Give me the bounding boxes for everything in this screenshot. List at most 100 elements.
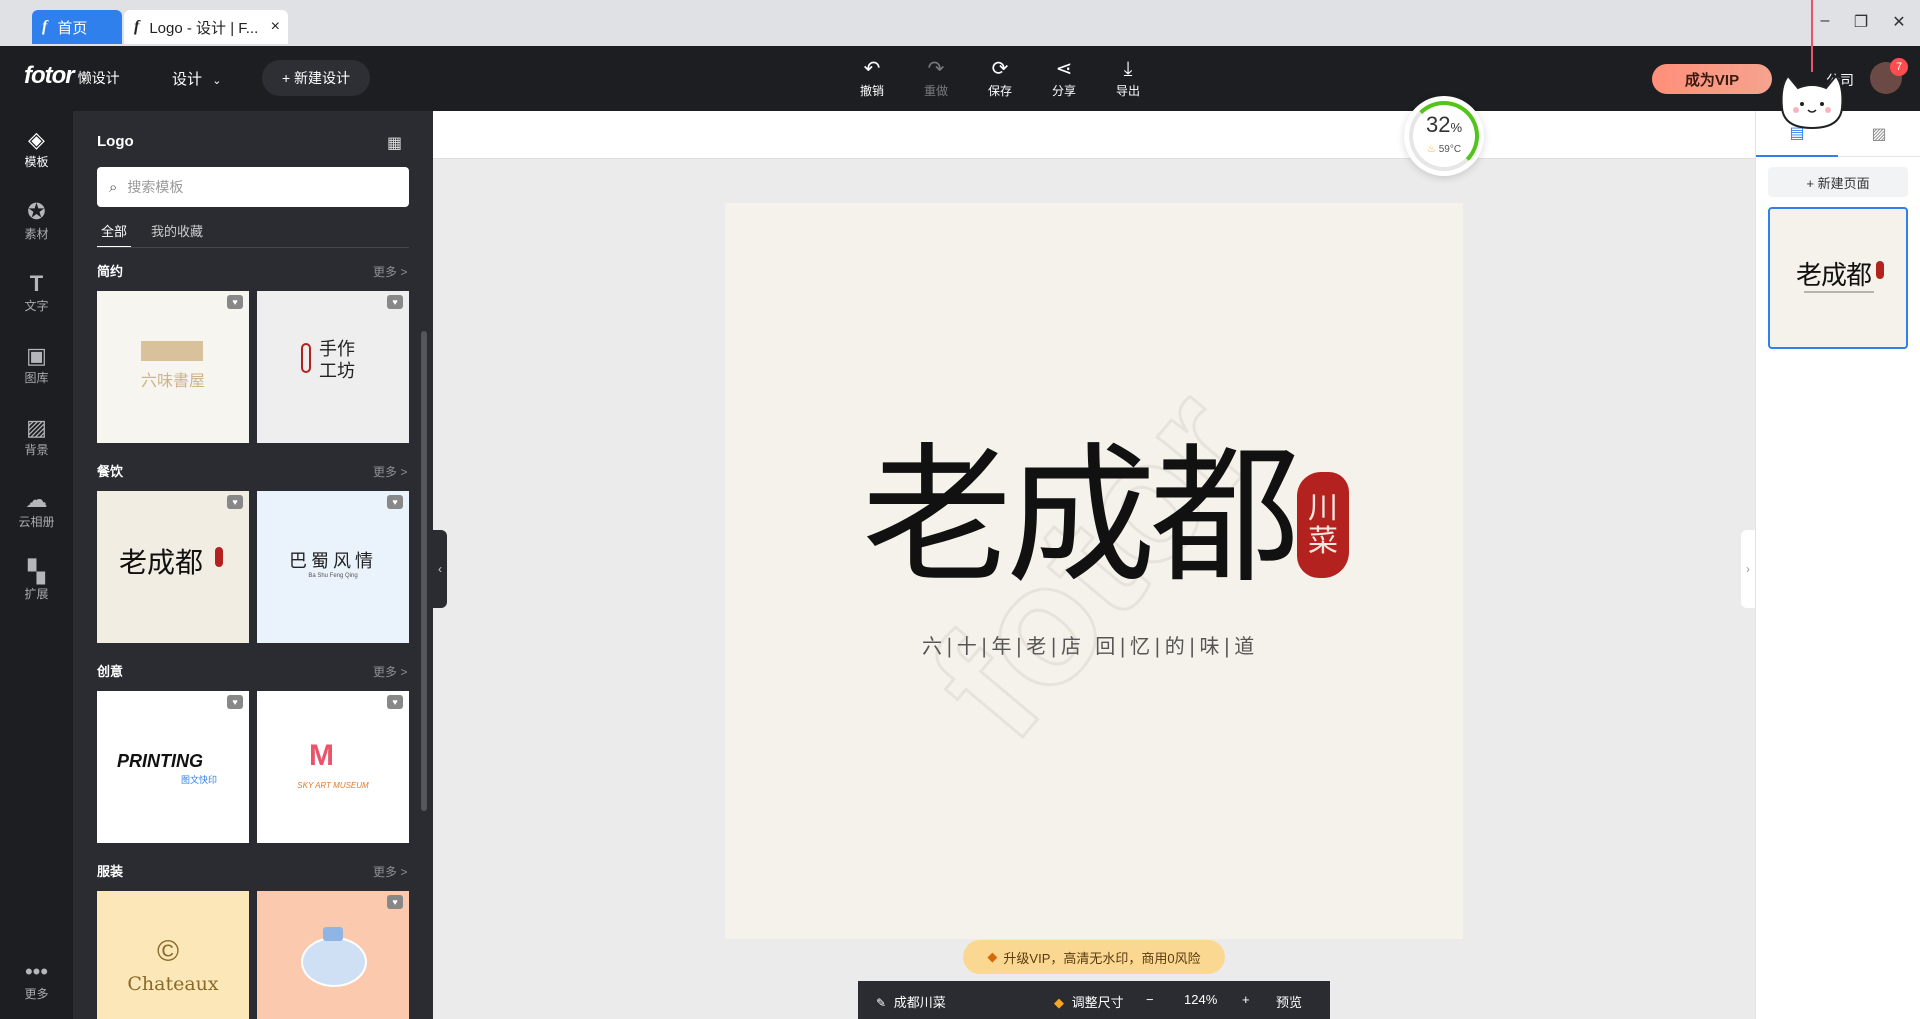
redo-icon: ↷ xyxy=(927,58,945,80)
rail-item-text[interactable]: T 文字 xyxy=(0,271,73,314)
design-menu[interactable]: 设计 ⌄ xyxy=(172,68,221,89)
design-name[interactable]: ✎ 成都川菜 xyxy=(876,992,946,1011)
template-card[interactable]: 六味書屋 ♥ xyxy=(97,291,249,443)
rail-item-elements[interactable]: ✪ 素材 xyxy=(0,199,73,242)
zoom-out-button[interactable]: − xyxy=(1146,992,1154,1007)
preview-button[interactable]: 预览 xyxy=(1276,992,1302,1011)
more-link[interactable]: 更多 > xyxy=(373,863,407,880)
redo-label: 重做 xyxy=(923,84,948,98)
template-card[interactable]: © Chateaux xyxy=(97,891,249,1019)
vip-icon: ♥ xyxy=(387,695,403,709)
restore-button[interactable]: ❐ xyxy=(1846,12,1876,32)
panel-scrollbar[interactable] xyxy=(421,331,427,811)
fotor-tab-icon: f xyxy=(42,18,48,35)
seal-stamp[interactable]: 川 菜 xyxy=(1297,472,1349,578)
undo-button[interactable]: ↶ 撤销 xyxy=(852,56,892,99)
tab-logo-design[interactable]: f Logo - 设计 | F... × xyxy=(124,10,288,44)
performance-widget[interactable]: 32% ♨ 59°C xyxy=(1404,96,1484,176)
brand-sub: 懒设计 xyxy=(77,70,120,86)
rail-label: 云相册 xyxy=(18,515,55,529)
more-link[interactable]: 更多 > xyxy=(373,663,407,680)
page-thumbnail[interactable]: 老成都 xyxy=(1768,207,1908,349)
save-icon: ⟳ xyxy=(991,58,1009,80)
cpu-percent: 32% xyxy=(1404,112,1484,138)
export-icon: ⤓ xyxy=(1123,58,1133,80)
export-label: 导出 xyxy=(1115,84,1140,98)
rail-item-templates[interactable]: ◈ 模板 xyxy=(0,127,73,170)
thermometer-icon: ♨ xyxy=(1426,144,1436,155)
fotor-tab-icon: f xyxy=(134,18,140,35)
percent-sign: % xyxy=(1450,120,1463,135)
more-link[interactable]: 更多 > xyxy=(373,263,407,280)
vip-icon: ♥ xyxy=(227,295,243,309)
perfume-cap-graphic xyxy=(323,927,343,941)
cat-mascot-icon[interactable] xyxy=(1776,68,1848,132)
template-card[interactable]: 手作 工坊 ♥ xyxy=(257,291,409,443)
card-title: 老成都 xyxy=(119,546,204,579)
close-tab-icon[interactable]: × xyxy=(271,18,280,36)
save-button[interactable]: ⟳ 保存 xyxy=(980,56,1020,99)
logo-subtitle[interactable]: 六|十|年|老|店 回|忆|的|味|道 xyxy=(922,630,1258,659)
vip-icon: ♥ xyxy=(387,895,403,909)
rail-label: 更多 xyxy=(24,987,49,1001)
canvas-top-strip xyxy=(433,111,1755,159)
rail-label: 文字 xyxy=(24,299,49,313)
become-vip-button[interactable]: 成为VIP xyxy=(1652,64,1772,94)
minimize-button[interactable]: – xyxy=(1810,12,1840,30)
template-card[interactable]: PRINTING 图文快印 ♥ xyxy=(97,691,249,843)
template-card[interactable]: 老成都 ♥ xyxy=(97,491,249,643)
tab-images[interactable]: ▨ xyxy=(1838,111,1920,157)
search-icon: ⌕ xyxy=(109,178,118,196)
card-pinyin: Ba Shu Feng Qing xyxy=(308,573,358,579)
zoom-in-button[interactable]: + xyxy=(1242,992,1250,1007)
expand-panel-chevron-right-icon[interactable]: › xyxy=(1741,530,1755,608)
template-search[interactable]: ⌕ xyxy=(97,167,409,207)
card-title: SKY ART MUSEUM xyxy=(297,781,369,790)
temperature-value: 59°C xyxy=(1438,144,1462,155)
logo-main-title[interactable]: 老成都 xyxy=(862,442,1300,592)
seal-char: 菜 xyxy=(1308,524,1338,559)
undo-icon: ↶ xyxy=(863,58,881,80)
template-card[interactable]: M SKY ART MUSEUM ♥ xyxy=(257,691,409,843)
export-button[interactable]: ⤓ 导出 xyxy=(1108,56,1148,99)
rail-item-extend[interactable]: ▚ 扩展 xyxy=(0,559,73,602)
resize-button[interactable]: ◆ 调整尺寸 xyxy=(1054,992,1124,1011)
zoom-level[interactable]: 124% xyxy=(1184,992,1217,1007)
section-title-creative: 创意 xyxy=(97,664,124,679)
rail-item-gallery[interactable]: ▣ 图库 xyxy=(0,343,73,386)
subtab-all[interactable]: 全部 xyxy=(97,221,132,248)
template-card[interactable]: 巴蜀风情 Ba Shu Feng Qing ♥ xyxy=(257,491,409,643)
rail-item-cloud[interactable]: ☁ 云相册 xyxy=(0,487,73,530)
panel-subtabs: 全部 我的收藏 xyxy=(97,221,223,248)
brand-logo[interactable]: fotor 懒设计 xyxy=(24,62,120,90)
upgrade-vip-banner[interactable]: ◆ 升级VIP，高清无水印，商用0风险 xyxy=(963,940,1225,974)
template-panel: Logo ▦ ⌕ 全部 我的收藏 简约 更多 > 六味書屋 ♥ 手作 工坊 ♥ … xyxy=(73,111,433,1019)
subtab-favorites[interactable]: 我的收藏 xyxy=(147,221,207,248)
image-icon: ▣ xyxy=(26,343,47,368)
design-name-label: 成都川菜 xyxy=(893,995,946,1010)
undo-label: 撤销 xyxy=(859,84,884,98)
thumbnail-subtitle-line xyxy=(1804,291,1874,293)
diamond-icon: ◆ xyxy=(987,949,998,964)
cpu-temperature: ♨ 59°C xyxy=(1404,144,1484,155)
rail-label: 背景 xyxy=(24,443,49,457)
tab-home[interactable]: f 首页 xyxy=(32,10,122,44)
close-window-button[interactable]: ✕ xyxy=(1884,12,1914,32)
search-input[interactable] xyxy=(127,179,378,195)
more-link[interactable]: 更多 > xyxy=(373,463,407,480)
collapse-panel-chevron-left-icon[interactable]: ‹ xyxy=(433,530,447,608)
extend-icon: ▚ xyxy=(28,559,45,584)
rail-item-background[interactable]: ▨ 背景 xyxy=(0,415,73,458)
new-design-button[interactable]: + 新建设计 xyxy=(262,60,370,96)
redo-button[interactable]: ↷ 重做 xyxy=(916,56,956,99)
tab-label: Logo - 设计 | F... xyxy=(149,19,259,37)
copyright-icon: © xyxy=(157,935,180,968)
rail-label: 扩展 xyxy=(24,587,49,601)
grid-view-icon[interactable]: ▦ xyxy=(387,133,402,153)
new-page-button[interactable]: + 新建页面 xyxy=(1768,167,1908,197)
share-button[interactable]: ⋖ 分享 xyxy=(1044,56,1084,99)
browser-tab-bar: f 首页 f Logo - 设计 | F... × – ❐ ✕ xyxy=(0,0,1920,46)
template-card[interactable]: ♥ xyxy=(257,891,409,1019)
rail-item-more[interactable]: ••• 更多 xyxy=(0,959,73,1002)
bottom-toolbar: ✎ 成都川菜 ◆ 调整尺寸 − 124% + 预览 xyxy=(858,981,1330,1019)
